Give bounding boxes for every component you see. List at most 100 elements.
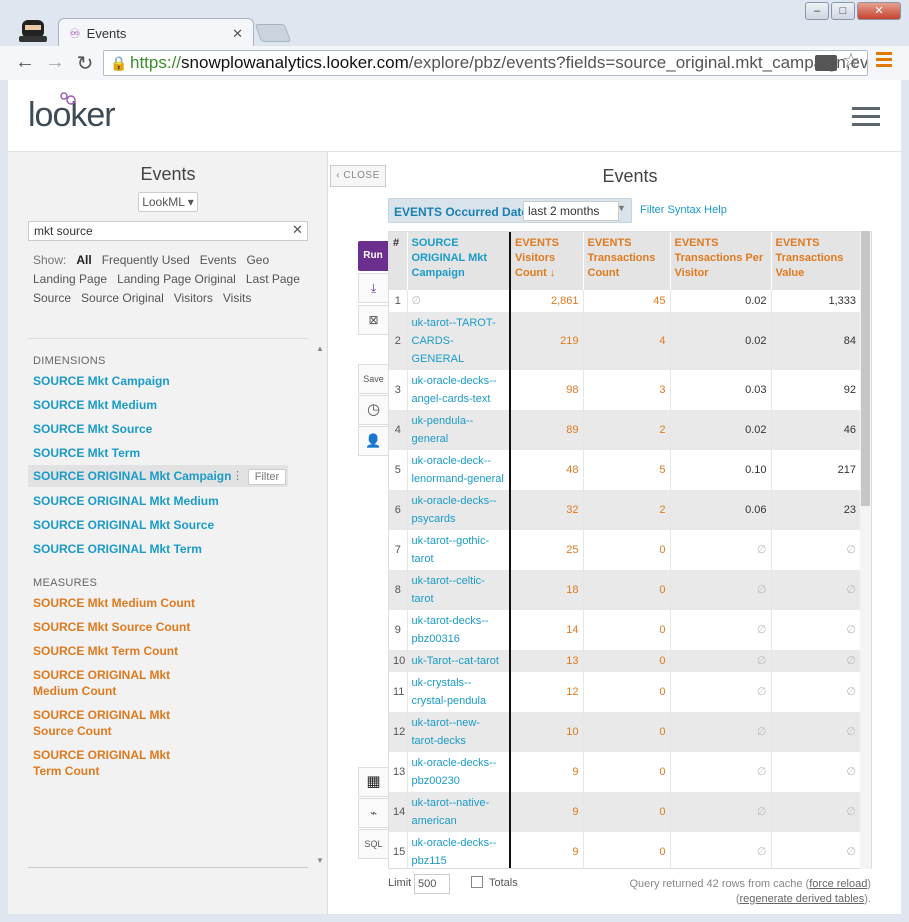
campaign-cell[interactable]: uk-tarot-decks--pbz00316: [407, 610, 511, 650]
window-close-button[interactable]: ✕: [857, 2, 901, 20]
show-option[interactable]: Geo: [246, 251, 269, 270]
limit-input[interactable]: 500: [414, 874, 450, 894]
minimize-button[interactable]: –: [805, 2, 829, 20]
window-border-right: [901, 80, 909, 922]
show-option[interactable]: Last Page: [246, 270, 300, 289]
back-arrow-icon[interactable]: ←: [12, 51, 38, 74]
filter-syntax-help-link[interactable]: Filter Syntax Help: [640, 204, 727, 216]
field-search-input[interactable]: mkt source: [28, 221, 308, 241]
clear-cache-icon[interactable]: ⊠: [358, 305, 388, 335]
hamburger-menu-icon[interactable]: [852, 107, 880, 131]
measure-field[interactable]: SOURCE ORIGINAL Mkt Term Count: [33, 747, 198, 779]
measure-field[interactable]: SOURCE Mkt Source Count: [33, 619, 233, 635]
campaign-cell[interactable]: uk-tarot--new-tarot-decks: [407, 712, 511, 752]
scroll-up-icon[interactable]: ▲: [316, 344, 324, 353]
visitors-count-cell: 18: [510, 570, 584, 610]
campaign-cell[interactable]: uk-oracle-decks--pbz115: [407, 832, 511, 868]
tab-title: Events: [86, 26, 127, 41]
show-option[interactable]: All: [76, 251, 91, 270]
filter-field-button[interactable]: Filter: [248, 469, 286, 485]
show-option[interactable]: Events: [200, 251, 237, 270]
visitors-count-cell: 32: [510, 490, 584, 530]
clock-icon[interactable]: ◷: [358, 395, 388, 425]
new-tab-button[interactable]: [254, 24, 292, 42]
show-option[interactable]: Visits: [223, 289, 251, 308]
lookml-dropdown[interactable]: LookML ▾: [138, 192, 198, 212]
column-header-transactions-count[interactable]: EVENTS Transactions Count: [583, 232, 671, 290]
show-option[interactable]: Source Original: [81, 289, 164, 308]
campaign-cell[interactable]: uk-Tarot--cat-tarot: [407, 650, 511, 672]
url-path: /explore/pbz/events?fields=source_origin…: [408, 53, 868, 72]
campaign-cell[interactable]: uk-pendula--general: [407, 410, 511, 450]
visualization-line-icon[interactable]: ⌁: [358, 798, 388, 828]
address-bar[interactable]: 🔒 https://snowplowanalytics.looker.com/e…: [103, 50, 868, 76]
show-option[interactable]: Visitors: [174, 289, 213, 308]
campaign-cell[interactable]: ∅: [407, 290, 511, 312]
bookmark-star-icon[interactable]: ☆: [842, 48, 860, 73]
save-button[interactable]: Save: [358, 364, 388, 394]
dimension-field[interactable]: SOURCE ORIGINAL Mkt Term: [33, 542, 202, 556]
measure-field[interactable]: SOURCE ORIGINAL Mkt Source Count: [33, 707, 208, 739]
campaign-cell[interactable]: uk-tarot--native-american: [407, 792, 511, 832]
user-icon[interactable]: 👤: [358, 426, 388, 456]
table-row: 1 ∅ 2,861 45 0.02 1,333: [389, 290, 861, 312]
field-details-icon[interactable]: ⋮: [232, 469, 243, 482]
column-header-campaign[interactable]: SOURCE ORIGINAL Mkt Campaign: [407, 232, 511, 290]
extension-icon[interactable]: [815, 55, 837, 71]
campaign-cell[interactable]: uk-oracle-decks--psycards: [407, 490, 511, 530]
row-number: 7: [389, 530, 408, 570]
forward-arrow-icon[interactable]: →: [42, 51, 68, 74]
campaign-cell[interactable]: uk-tarot--celtic-tarot: [407, 570, 511, 610]
table-grid-icon[interactable]: ▦: [358, 767, 388, 797]
totals-checkbox[interactable]: [471, 876, 483, 888]
campaign-cell[interactable]: uk-tarot--gothic-tarot: [407, 530, 511, 570]
campaign-cell[interactable]: uk-oracle-decks--pbz00230: [407, 752, 511, 792]
measure-field[interactable]: SOURCE Mkt Term Count: [33, 643, 233, 659]
transactions-count-cell: 45: [583, 290, 671, 312]
chevron-down-icon[interactable]: ▼: [617, 203, 626, 213]
looker-logo-mark-icon: [60, 92, 76, 105]
transactions-count-cell: 0: [583, 792, 671, 832]
campaign-cell[interactable]: uk-oracle-decks--angel-cards-text: [407, 370, 511, 410]
clear-search-icon[interactable]: ✕: [292, 222, 303, 238]
measure-field[interactable]: SOURCE ORIGINAL Mkt Medium Count: [33, 667, 208, 699]
dimension-field[interactable]: SOURCE ORIGINAL Mkt Medium: [33, 494, 219, 508]
transactions-per-visitor-cell: ∅: [670, 712, 772, 752]
show-option[interactable]: Landing Page: [33, 270, 107, 289]
run-button[interactable]: Run: [358, 241, 388, 271]
filter-value-select[interactable]: last 2 months: [523, 201, 619, 221]
show-option[interactable]: Landing Page Original: [117, 270, 236, 289]
campaign-cell[interactable]: uk-oracle-deck--lenormand-general: [407, 450, 511, 490]
dimension-field[interactable]: SOURCE ORIGINAL Mkt Source: [33, 518, 214, 532]
table-scrollbar-thumb[interactable]: [861, 231, 870, 506]
regenerate-derived-tables-link[interactable]: regenerate derived tables: [740, 893, 865, 905]
transactions-count-cell: 4: [583, 312, 671, 370]
dimension-field[interactable]: SOURCE Mkt Source: [33, 422, 152, 436]
visitors-count-cell: 9: [510, 792, 584, 832]
column-header-visitors-count[interactable]: EVENTS Visitors Count ↓: [510, 232, 584, 290]
transactions-value-cell: ∅: [771, 610, 861, 650]
column-header-transactions-per-visitor[interactable]: EVENTS Transactions Per Visitor: [670, 232, 772, 290]
maximize-button[interactable]: □: [831, 2, 855, 20]
browser-menu-icon[interactable]: [876, 52, 892, 70]
campaign-cell[interactable]: uk-crystals--crystal-pendula: [407, 672, 511, 712]
show-option[interactable]: Frequently Used: [102, 251, 190, 270]
close-pane-button[interactable]: ‹ CLOSE: [330, 165, 386, 187]
table-row: 14 uk-tarot--native-american 9 0 ∅ ∅: [389, 792, 861, 832]
sql-button[interactable]: SQL: [358, 829, 388, 859]
dimension-field[interactable]: SOURCE Mkt Term: [33, 446, 140, 460]
row-number: 8: [389, 570, 408, 610]
show-option[interactable]: Source: [33, 289, 71, 308]
tab-close-icon[interactable]: ✕: [232, 26, 243, 42]
force-reload-link[interactable]: force reload: [809, 878, 867, 890]
download-icon[interactable]: ⤓: [358, 273, 388, 303]
browser-tab[interactable]: ♾ Events ✕: [58, 18, 254, 48]
campaign-cell[interactable]: uk-tarot--TAROT-CARDS-GENERAL: [407, 312, 511, 370]
scroll-down-icon[interactable]: ▼: [316, 856, 324, 865]
table-row: 15 uk-oracle-decks--pbz115 9 0 ∅ ∅: [389, 832, 861, 868]
column-header-transactions-value[interactable]: EVENTS Transactions Value: [771, 232, 861, 290]
measure-field[interactable]: SOURCE Mkt Medium Count: [33, 595, 233, 611]
reload-icon[interactable]: ↻: [72, 51, 98, 76]
dimension-field[interactable]: SOURCE Mkt Medium: [33, 398, 157, 412]
dimension-field[interactable]: SOURCE Mkt Campaign: [33, 374, 170, 388]
